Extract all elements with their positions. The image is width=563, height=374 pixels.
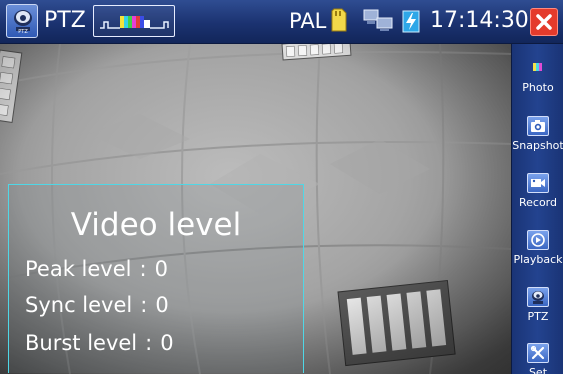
close-button[interactable] — [530, 8, 558, 36]
sidebar-item-label: Photo — [522, 81, 554, 94]
playback-icon — [527, 230, 549, 250]
clock-time: 17:14:30 — [430, 8, 529, 33]
network-icon — [363, 9, 393, 31]
video-standard-label: PAL — [289, 9, 327, 33]
sd-card-icon — [331, 8, 347, 32]
battery-charging-icon — [402, 10, 420, 33]
sidebar-item-label: Set — [528, 366, 548, 374]
sidebar-item-snapshot[interactable]: Snapshot — [512, 106, 563, 160]
sidebar-item-playback[interactable]: Playback — [512, 220, 563, 274]
ptz-mode-button[interactable]: PTZ — [6, 4, 38, 38]
video-record-icon — [527, 173, 549, 193]
tester-screen: PTZ PTZ PAL 17:14:30 Video level Peak le… — [0, 0, 563, 374]
burst-level-label: Burst level — [25, 331, 138, 355]
sidebar-item-label: Playback — [513, 253, 563, 266]
photo-icon — [527, 58, 549, 78]
sync-level-row: Sync level:0 — [25, 292, 169, 318]
video-level-panel: Video level Peak level:0 Sync level:0 Bu… — [8, 184, 304, 373]
sync-level-label: Sync level — [25, 293, 133, 317]
sync-level-separator: : — [140, 293, 148, 317]
signal-waveform-icon — [100, 16, 169, 29]
sidebar-item-label: PTZ — [527, 310, 549, 323]
sidebar-item-label: Record — [518, 196, 557, 209]
peak-level-row: Peak level:0 — [25, 256, 168, 282]
sidebar-item-photo[interactable]: Photo — [512, 48, 563, 102]
camera-icon — [527, 116, 549, 136]
panel-title: Video level — [70, 207, 242, 243]
svg-text:PTZ: PTZ — [18, 29, 28, 34]
ptz-camera-icon — [527, 287, 549, 307]
sync-level-value: 0 — [155, 293, 169, 317]
ptz-camera-icon: PTZ — [14, 10, 32, 34]
close-icon — [536, 14, 552, 30]
camera-video-feed[interactable]: Video level Peak level:0 Sync level:0 Bu… — [0, 44, 511, 374]
sidebar-item-ptz[interactable]: PTZ — [512, 277, 563, 331]
sidebar-item-record[interactable]: Record — [512, 163, 563, 217]
peak-level-separator: : — [139, 257, 147, 281]
page-title: PTZ — [44, 8, 86, 33]
signal-waveform-button[interactable] — [93, 5, 175, 37]
burst-level-row: Burst level:0 — [25, 330, 174, 356]
function-sidebar: Photo Snapshot Record Playback PTZ Set — [511, 44, 563, 374]
status-bar: PTZ PTZ PAL 17:14:30 — [0, 0, 563, 44]
burst-level-separator: : — [145, 331, 153, 355]
peak-level-value: 0 — [154, 257, 168, 281]
sidebar-item-set[interactable]: Set — [512, 333, 563, 374]
sidebar-item-label: Snapshot — [512, 139, 563, 152]
peak-level-label: Peak level — [25, 257, 132, 281]
settings-tools-icon — [527, 343, 549, 363]
burst-level-value: 0 — [160, 331, 174, 355]
